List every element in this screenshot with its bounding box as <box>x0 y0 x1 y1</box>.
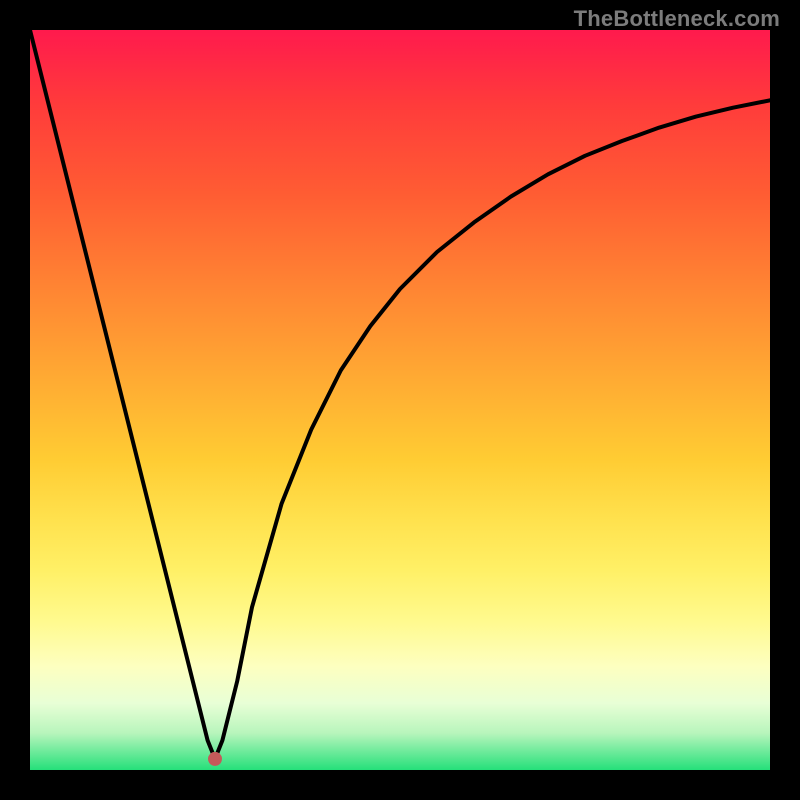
curve-path <box>30 30 770 759</box>
watermark-text: TheBottleneck.com <box>574 6 780 32</box>
bottleneck-curve <box>30 30 770 770</box>
minimum-marker <box>208 752 222 766</box>
plot-area <box>30 30 770 770</box>
chart-frame: TheBottleneck.com <box>0 0 800 800</box>
